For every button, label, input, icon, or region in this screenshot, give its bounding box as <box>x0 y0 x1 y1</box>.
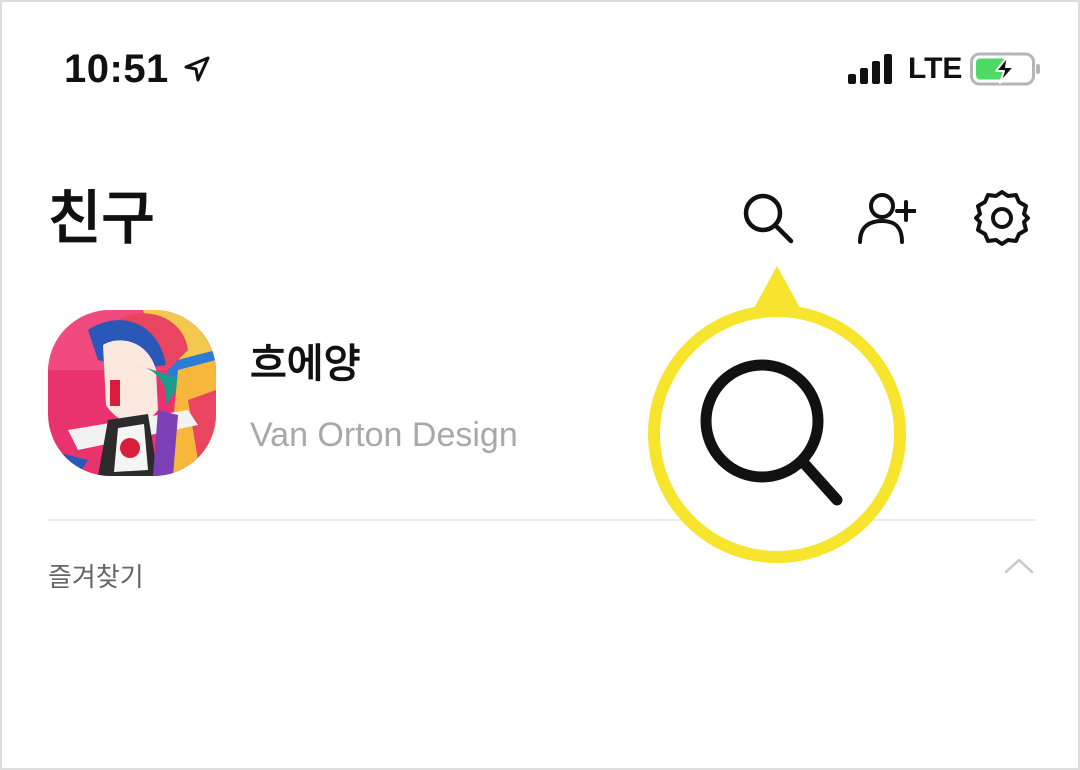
avatar-illustration <box>48 310 216 476</box>
settings-button[interactable] <box>972 188 1032 248</box>
page-title: 친구 <box>48 184 155 252</box>
search-icon <box>743 193 794 244</box>
settings-icon <box>974 190 1030 246</box>
status-time: 10:51 <box>64 47 169 91</box>
network-type: LTE <box>908 52 963 85</box>
profile-status-message: Van Orton Design <box>250 416 518 454</box>
chevron-up-icon[interactable] <box>1002 554 1036 578</box>
divider <box>48 519 1036 521</box>
profile-name[interactable]: 흐에양 <box>250 336 360 392</box>
location-arrow-icon <box>184 56 210 82</box>
battery-charging-icon <box>970 52 1040 86</box>
add-friend-icon <box>858 193 916 244</box>
search-button[interactable] <box>738 188 798 248</box>
app-screen: 10:51 LTE 친구 흐에양 Van Orton Design 즐겨찾기 <box>0 0 1080 770</box>
profile-avatar[interactable] <box>48 310 216 476</box>
add-friend-button[interactable] <box>856 188 916 248</box>
favorites-section-label: 즐겨찾기 <box>48 563 144 593</box>
signal-bars-icon <box>848 54 892 84</box>
search-icon <box>700 359 843 506</box>
